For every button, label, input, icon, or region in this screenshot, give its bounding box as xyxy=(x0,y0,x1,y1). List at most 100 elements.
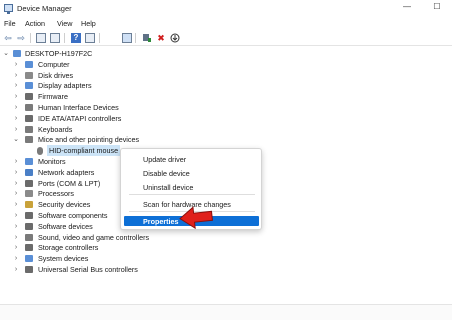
tree-category-label: Storage controllers xyxy=(38,243,99,253)
device-category-icon xyxy=(25,93,33,101)
device-category-icon xyxy=(25,244,33,252)
mouse-icon xyxy=(37,147,43,156)
chevron-right-icon[interactable]: › xyxy=(13,199,19,210)
maximize-button[interactable]: ☐ xyxy=(430,2,444,14)
window-title: Device Manager xyxy=(17,4,72,13)
device-category-icon xyxy=(25,114,33,122)
tree-category[interactable]: › Human Interface Devices xyxy=(0,102,300,113)
chevron-right-icon[interactable]: › xyxy=(13,264,19,275)
tree-category[interactable]: ⌄ Mice and other pointing devices xyxy=(0,134,300,145)
tree-category-label: Disk drives xyxy=(38,70,74,80)
device-category-icon xyxy=(25,158,33,165)
tree-category-label: Keyboards xyxy=(38,124,73,134)
chevron-down-icon[interactable]: ⌄ xyxy=(13,134,19,145)
tree-category[interactable]: › Disk drives xyxy=(0,70,300,81)
device-category-icon xyxy=(25,190,33,198)
chevron-right-icon[interactable]: › xyxy=(13,156,19,167)
tree-category[interactable]: › Sound, video and game controllers xyxy=(0,232,300,243)
tree-category[interactable]: › System devices xyxy=(0,253,300,264)
device-category-icon xyxy=(25,222,33,230)
tree-category-label: Network adapters xyxy=(38,167,95,177)
update-driver-icon[interactable] xyxy=(142,33,152,43)
title-bar: Device Manager — ☐ xyxy=(0,0,452,17)
chevron-right-icon[interactable]: › xyxy=(13,70,19,81)
menu-bar: File Action View Help xyxy=(0,17,452,29)
tree-category-label: Software devices xyxy=(38,221,93,231)
monitor-icon[interactable] xyxy=(122,33,132,43)
menu-view[interactable]: View xyxy=(57,19,72,28)
chevron-right-icon[interactable]: › xyxy=(13,221,19,232)
tree-root[interactable]: ⌄ DESKTOP-H197F2C xyxy=(0,48,200,59)
chevron-right-icon[interactable]: › xyxy=(13,210,19,221)
tree-category-label: Human Interface Devices xyxy=(38,103,119,112)
menu-file[interactable]: File xyxy=(4,19,16,28)
tree-category[interactable]: › Storage controllers xyxy=(0,242,300,253)
tree-category-label: IDE ATA/ATAPI controllers xyxy=(38,113,122,123)
tree-category-label: Processors xyxy=(38,189,74,199)
computer-icon xyxy=(13,50,21,57)
minimize-button[interactable]: — xyxy=(400,2,414,14)
chevron-right-icon[interactable]: › xyxy=(13,167,19,178)
chevron-right-icon[interactable]: › xyxy=(13,102,19,113)
show-hidden-icon[interactable] xyxy=(85,33,95,43)
tree-category-label: Mice and other pointing devices xyxy=(38,135,140,145)
chevron-right-icon[interactable]: › xyxy=(13,80,19,91)
refresh-icon[interactable] xyxy=(50,33,60,43)
tree-category-label: Display adapters xyxy=(38,81,92,91)
tree-category-label: Universal Serial Bus controllers xyxy=(38,265,138,274)
properties-icon[interactable] xyxy=(36,33,46,43)
chevron-right-icon[interactable]: › xyxy=(13,124,19,135)
scan-hardware-icon[interactable] xyxy=(170,33,180,43)
tree-category[interactable]: › Keyboards xyxy=(0,124,300,135)
back-arrow-icon[interactable]: ⇦ xyxy=(3,33,13,43)
chevron-down-icon[interactable]: ⌄ xyxy=(3,48,9,59)
device-category-icon xyxy=(25,104,33,111)
device-category-icon xyxy=(25,125,33,133)
chevron-right-icon[interactable]: › xyxy=(13,113,19,124)
tree-category[interactable]: › Computer xyxy=(0,59,300,70)
tree-category-label: Sound, video and game controllers xyxy=(38,232,150,242)
tree-category-label: Software components xyxy=(38,211,108,220)
device-category-icon xyxy=(25,71,33,79)
toolbar-separator xyxy=(64,33,65,43)
device-manager-icon xyxy=(4,4,13,14)
tree-category-label: Ports (COM & LPT) xyxy=(38,178,101,188)
tree-category[interactable]: › IDE ATA/ATAPI controllers xyxy=(0,113,300,124)
uninstall-device-menu-item[interactable]: Uninstall device xyxy=(143,183,193,192)
chevron-right-icon[interactable]: › xyxy=(13,91,19,102)
properties-menu-item[interactable]: Properties xyxy=(143,217,179,226)
toolbar-separator xyxy=(30,33,31,43)
tree-device-selected[interactable]: HID-compliant mouse xyxy=(0,145,130,157)
red-pointer-arrow-icon xyxy=(179,206,213,230)
chevron-right-icon[interactable]: › xyxy=(13,178,19,189)
uninstall-icon[interactable]: ✖ xyxy=(156,33,166,43)
chevron-right-icon[interactable]: › xyxy=(13,253,19,264)
forward-arrow-icon[interactable]: ⇨ xyxy=(16,33,26,43)
chevron-right-icon[interactable]: › xyxy=(13,59,19,70)
device-category-icon xyxy=(25,255,33,263)
tree-category-label: System devices xyxy=(38,254,89,264)
chevron-right-icon[interactable]: › xyxy=(13,232,19,243)
status-bar xyxy=(0,304,452,320)
menu-action[interactable]: Action xyxy=(25,19,45,28)
toolbar-separator xyxy=(135,33,136,43)
tree-category[interactable]: › Display adapters xyxy=(0,80,300,91)
device-category-icon xyxy=(25,168,33,176)
toolbar: ⇦ ⇨ ? ✖ xyxy=(0,30,452,46)
device-category-icon xyxy=(25,136,33,144)
chevron-right-icon[interactable]: › xyxy=(13,242,19,253)
device-category-icon xyxy=(25,266,33,273)
chevron-right-icon[interactable]: › xyxy=(13,188,19,199)
tree-category[interactable]: › Universal Serial Bus controllers xyxy=(0,264,300,275)
tree-category-label: Monitors xyxy=(38,157,66,166)
device-category-icon xyxy=(25,82,33,90)
update-driver-menu-item[interactable]: Update driver xyxy=(143,155,186,164)
tree-device-label: HID-compliant mouse xyxy=(47,145,121,157)
disable-device-menu-item[interactable]: Disable device xyxy=(143,169,190,178)
tree-root-label: DESKTOP-H197F2C xyxy=(25,49,93,58)
tree-category-label: Security devices xyxy=(38,200,91,210)
help-icon[interactable]: ? xyxy=(71,33,81,43)
menu-help[interactable]: Help xyxy=(81,19,96,28)
context-menu-separator xyxy=(129,194,255,195)
tree-category[interactable]: › Firmware xyxy=(0,91,300,102)
